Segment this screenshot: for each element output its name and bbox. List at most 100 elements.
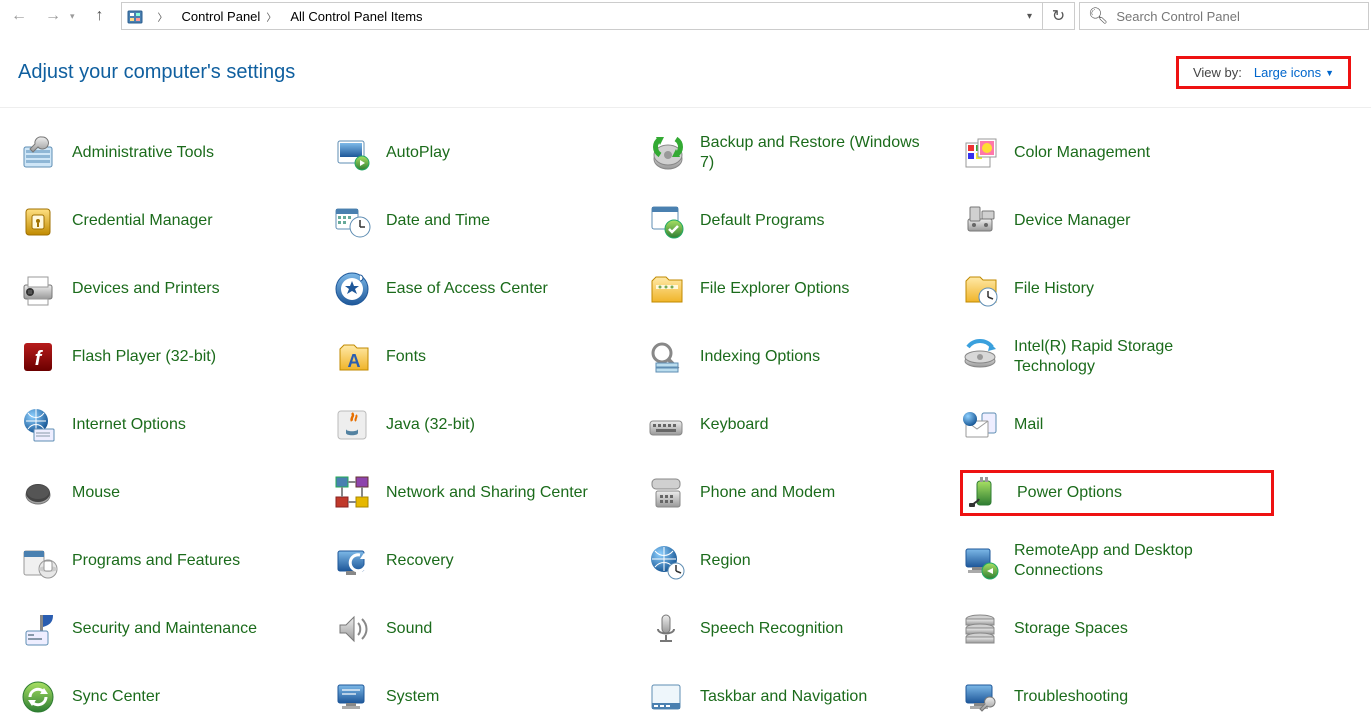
cp-item-label: Fonts	[386, 347, 426, 367]
cp-item-storage-spaces[interactable]: Storage Spaces	[960, 606, 1274, 652]
mail-icon	[960, 405, 1000, 445]
cp-item-label: Taskbar and Navigation	[700, 687, 867, 707]
cp-item-troubleshooting[interactable]: Troubleshooting	[960, 674, 1274, 720]
back-button[interactable]: ←	[10, 7, 28, 25]
cp-item-mouse[interactable]: Mouse	[18, 470, 332, 516]
devices-printers-icon	[18, 269, 58, 309]
history-dropdown-icon[interactable]: ▾	[70, 11, 75, 22]
storage-icon	[960, 609, 1000, 649]
cp-item-flash-player-32-bit[interactable]: Flash Player (32-bit)	[18, 334, 332, 380]
cp-item-label: Indexing Options	[700, 347, 820, 367]
intel-rst-icon	[960, 337, 1000, 377]
chevron-down-icon: ▼	[1325, 68, 1334, 78]
address-bar[interactable]: 〉 Control Panel〉 All Control Panel Items…	[121, 2, 1075, 30]
refresh-button[interactable]: ↻	[1042, 3, 1074, 29]
cp-item-devices-and-printers[interactable]: Devices and Printers	[18, 266, 332, 312]
cp-item-indexing-options[interactable]: Indexing Options	[646, 334, 960, 380]
view-by-label: View by:	[1193, 65, 1242, 80]
address-history-dropdown[interactable]: ▾	[1017, 11, 1042, 22]
security-icon	[18, 609, 58, 649]
sync-icon	[18, 677, 58, 717]
phone-modem-icon	[646, 473, 686, 513]
cp-item-default-programs[interactable]: Default Programs	[646, 198, 960, 244]
cp-item-label: Power Options	[1017, 483, 1122, 503]
cp-item-system[interactable]: System	[332, 674, 646, 720]
cp-item-remoteapp-and-desktop-connections[interactable]: RemoteApp and Desktop Connections	[960, 538, 1274, 584]
fonts-icon	[332, 337, 372, 377]
cp-item-security-and-maintenance[interactable]: Security and Maintenance	[18, 606, 332, 652]
remoteapp-icon	[960, 541, 1000, 581]
cp-item-date-and-time[interactable]: Date and Time	[332, 198, 646, 244]
breadcrumb-control-panel[interactable]: Control Panel〉	[178, 3, 287, 29]
network-icon	[332, 473, 372, 513]
cp-item-administrative-tools[interactable]: Administrative Tools	[18, 130, 332, 176]
cp-item-label: Date and Time	[386, 211, 490, 231]
cp-item-taskbar-and-navigation[interactable]: Taskbar and Navigation	[646, 674, 960, 720]
cp-item-sound[interactable]: Sound	[332, 606, 646, 652]
internet-icon	[18, 405, 58, 445]
color-mgmt-icon	[960, 133, 1000, 173]
system-icon	[332, 677, 372, 717]
breadcrumb-all-items[interactable]: All Control Panel Items	[286, 3, 426, 29]
breadcrumb-root[interactable]: 〉	[148, 3, 178, 29]
cp-item-ease-of-access-center[interactable]: Ease of Access Center	[332, 266, 646, 312]
ease-access-icon	[332, 269, 372, 309]
cp-item-label: AutoPlay	[386, 143, 450, 163]
cp-item-label: Recovery	[386, 551, 454, 571]
cp-item-color-management[interactable]: Color Management	[960, 130, 1274, 176]
cp-item-device-manager[interactable]: Device Manager	[960, 198, 1274, 244]
cp-item-power-options[interactable]: Power Options	[960, 470, 1274, 516]
cp-item-label: Ease of Access Center	[386, 279, 548, 299]
cp-item-programs-and-features[interactable]: Programs and Features	[18, 538, 332, 584]
cp-item-intel-r-rapid-storage-technology[interactable]: Intel(R) Rapid Storage Technology	[960, 334, 1274, 380]
cp-item-label: Storage Spaces	[1014, 619, 1128, 639]
cp-item-label: Color Management	[1014, 143, 1150, 163]
cp-item-label: Intel(R) Rapid Storage Technology	[1014, 337, 1244, 377]
page-title: Adjust your computer's settings	[18, 61, 295, 84]
cp-item-network-and-sharing-center[interactable]: Network and Sharing Center	[332, 470, 646, 516]
cp-item-label: System	[386, 687, 439, 707]
cp-item-label: Credential Manager	[72, 211, 213, 231]
cp-item-speech-recognition[interactable]: Speech Recognition	[646, 606, 960, 652]
cp-item-sync-center[interactable]: Sync Center	[18, 674, 332, 720]
cp-item-java-32-bit[interactable]: Java (32-bit)	[332, 402, 646, 448]
cp-item-label: Speech Recognition	[700, 619, 843, 639]
cp-item-label: Phone and Modem	[700, 483, 835, 503]
mouse-icon	[18, 473, 58, 513]
cp-item-label: Programs and Features	[72, 551, 240, 571]
cp-item-autoplay[interactable]: AutoPlay	[332, 130, 646, 176]
cp-item-region[interactable]: Region	[646, 538, 960, 584]
chevron-right-icon: 〉	[260, 9, 282, 24]
cp-item-label: Sound	[386, 619, 432, 639]
cp-item-label: Mail	[1014, 415, 1043, 435]
view-by-control[interactable]: View by: Large icons▼	[1176, 56, 1351, 89]
cp-item-label: RemoteApp and Desktop Connections	[1014, 541, 1244, 581]
cp-item-keyboard[interactable]: Keyboard	[646, 402, 960, 448]
search-input[interactable]	[1116, 9, 1368, 24]
cp-item-label: File History	[1014, 279, 1094, 299]
cp-item-label: Mouse	[72, 483, 120, 503]
cp-item-mail[interactable]: Mail	[960, 402, 1274, 448]
cp-item-backup-and-restore-windows-7[interactable]: Backup and Restore (Windows 7)	[646, 130, 960, 176]
control-panel-icon	[126, 7, 144, 25]
up-button[interactable]: ↑	[91, 7, 109, 25]
forward-button[interactable]: →	[44, 7, 62, 25]
cp-item-fonts[interactable]: Fonts	[332, 334, 646, 380]
cp-item-label: Keyboard	[700, 415, 769, 435]
region-icon	[646, 541, 686, 581]
cp-item-label: Region	[700, 551, 751, 571]
cp-item-label: Administrative Tools	[72, 143, 214, 163]
cp-item-file-explorer-options[interactable]: File Explorer Options	[646, 266, 960, 312]
file-explorer-icon	[646, 269, 686, 309]
cp-item-internet-options[interactable]: Internet Options	[18, 402, 332, 448]
cp-item-label: File Explorer Options	[700, 279, 849, 299]
cp-item-file-history[interactable]: File History	[960, 266, 1274, 312]
divider	[0, 107, 1371, 108]
search-box[interactable]: 🔍︎	[1079, 2, 1369, 30]
cp-item-recovery[interactable]: Recovery	[332, 538, 646, 584]
cp-item-label: Flash Player (32-bit)	[72, 347, 216, 367]
java-icon	[332, 405, 372, 445]
cp-item-phone-and-modem[interactable]: Phone and Modem	[646, 470, 960, 516]
cp-item-credential-manager[interactable]: Credential Manager	[18, 198, 332, 244]
view-by-dropdown[interactable]: Large icons▼	[1254, 65, 1334, 80]
